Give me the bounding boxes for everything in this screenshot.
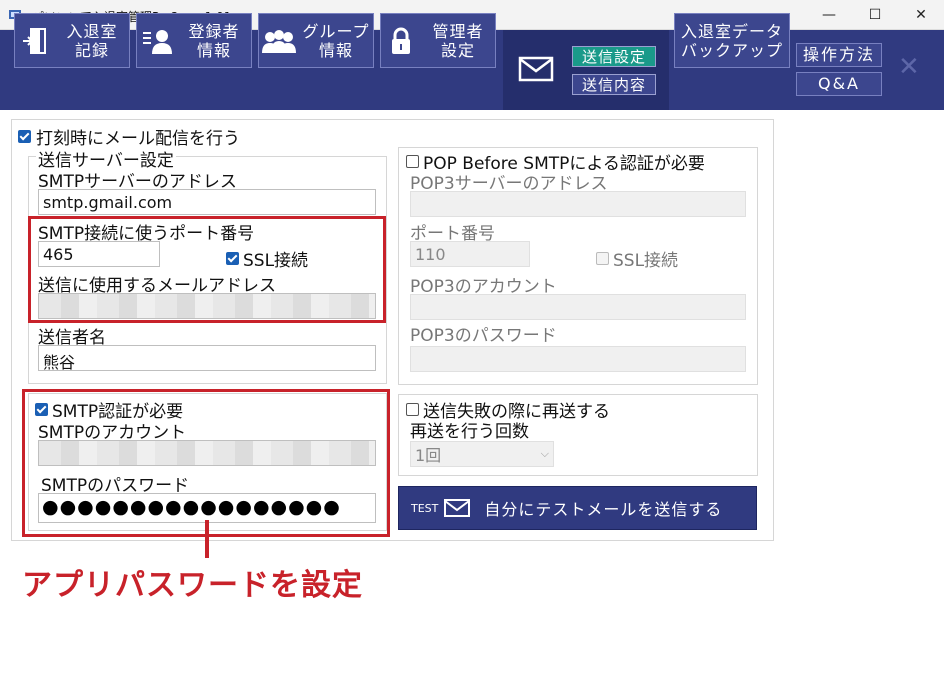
retry-count-select[interactable]: 1回 ⌵	[410, 441, 554, 467]
registrant-info-button[interactable]: 登録者 情報	[136, 13, 252, 68]
pop3-account-input[interactable]	[410, 294, 746, 320]
tab-send-content[interactable]: 送信内容	[572, 74, 656, 95]
pop-ssl-checkbox[interactable]	[596, 252, 609, 265]
pop-before-checkbox[interactable]	[406, 155, 419, 168]
howto-button[interactable]: 操作方法	[796, 43, 882, 67]
test-prefix: TEST	[411, 501, 439, 515]
maximize-button[interactable]: ☐	[852, 0, 898, 30]
attendance-record-button[interactable]: 入退室 記録	[14, 13, 130, 68]
mail-icon	[518, 56, 556, 84]
callout-pointer	[205, 520, 209, 558]
highlight-box-smtp	[28, 216, 386, 323]
minimize-button[interactable]: —	[806, 0, 852, 30]
qa-button[interactable]: Q&A	[796, 72, 882, 96]
chevron-down-icon: ⌵	[540, 447, 549, 460]
retry-checkbox[interactable]	[406, 403, 419, 416]
pop-ssl-label: SSL接続	[613, 251, 679, 271]
retry-count-value: 1回	[415, 446, 442, 465]
send-test-mail-label: 自分にテストメールを送信する	[484, 500, 723, 519]
attendance-record-label: 入退室 記録	[66, 21, 118, 60]
enable-mail-checkbox[interactable]	[18, 130, 31, 143]
pop3-password-input[interactable]	[410, 346, 746, 372]
pop-ssl-checkbox-row[interactable]: SSL接続	[596, 246, 678, 271]
admin-settings-label: 管理者 設定	[432, 21, 484, 60]
pop-port-input[interactable]: 110	[410, 241, 530, 267]
pop3-password-label: POP3のパスワード	[410, 326, 557, 346]
sender-name-input[interactable]: 熊谷	[38, 345, 376, 371]
lock-icon	[381, 27, 421, 55]
send-test-mail-button[interactable]: TEST 自分にテストメールを送信する	[398, 486, 757, 530]
group-icon	[259, 29, 299, 53]
smtp-server-input[interactable]: smtp.gmail.com	[38, 189, 376, 215]
admin-settings-button[interactable]: 管理者 設定	[380, 13, 496, 68]
backup-button[interactable]: 入退室データ バックアップ	[674, 13, 790, 68]
registrant-info-label: 登録者 情報	[188, 21, 240, 60]
close-window-button[interactable]: ✕	[898, 0, 944, 30]
person-list-icon	[137, 28, 177, 54]
group-info-button[interactable]: グループ 情報	[258, 13, 374, 68]
test-mail-icon	[444, 499, 471, 517]
door-icon	[15, 27, 55, 55]
tab-send-settings[interactable]: 送信設定	[572, 46, 656, 67]
group-info-label: グループ 情報	[302, 21, 370, 60]
retry-count-label: 再送を行う回数	[410, 422, 529, 442]
close-icon[interactable]: ✕	[898, 52, 920, 82]
app-password-callout: アプリパスワードを設定	[22, 568, 363, 603]
highlight-box-auth	[22, 389, 390, 537]
backup-label: 入退室データ バックアップ	[680, 21, 783, 60]
pop3-server-input[interactable]	[410, 191, 746, 217]
